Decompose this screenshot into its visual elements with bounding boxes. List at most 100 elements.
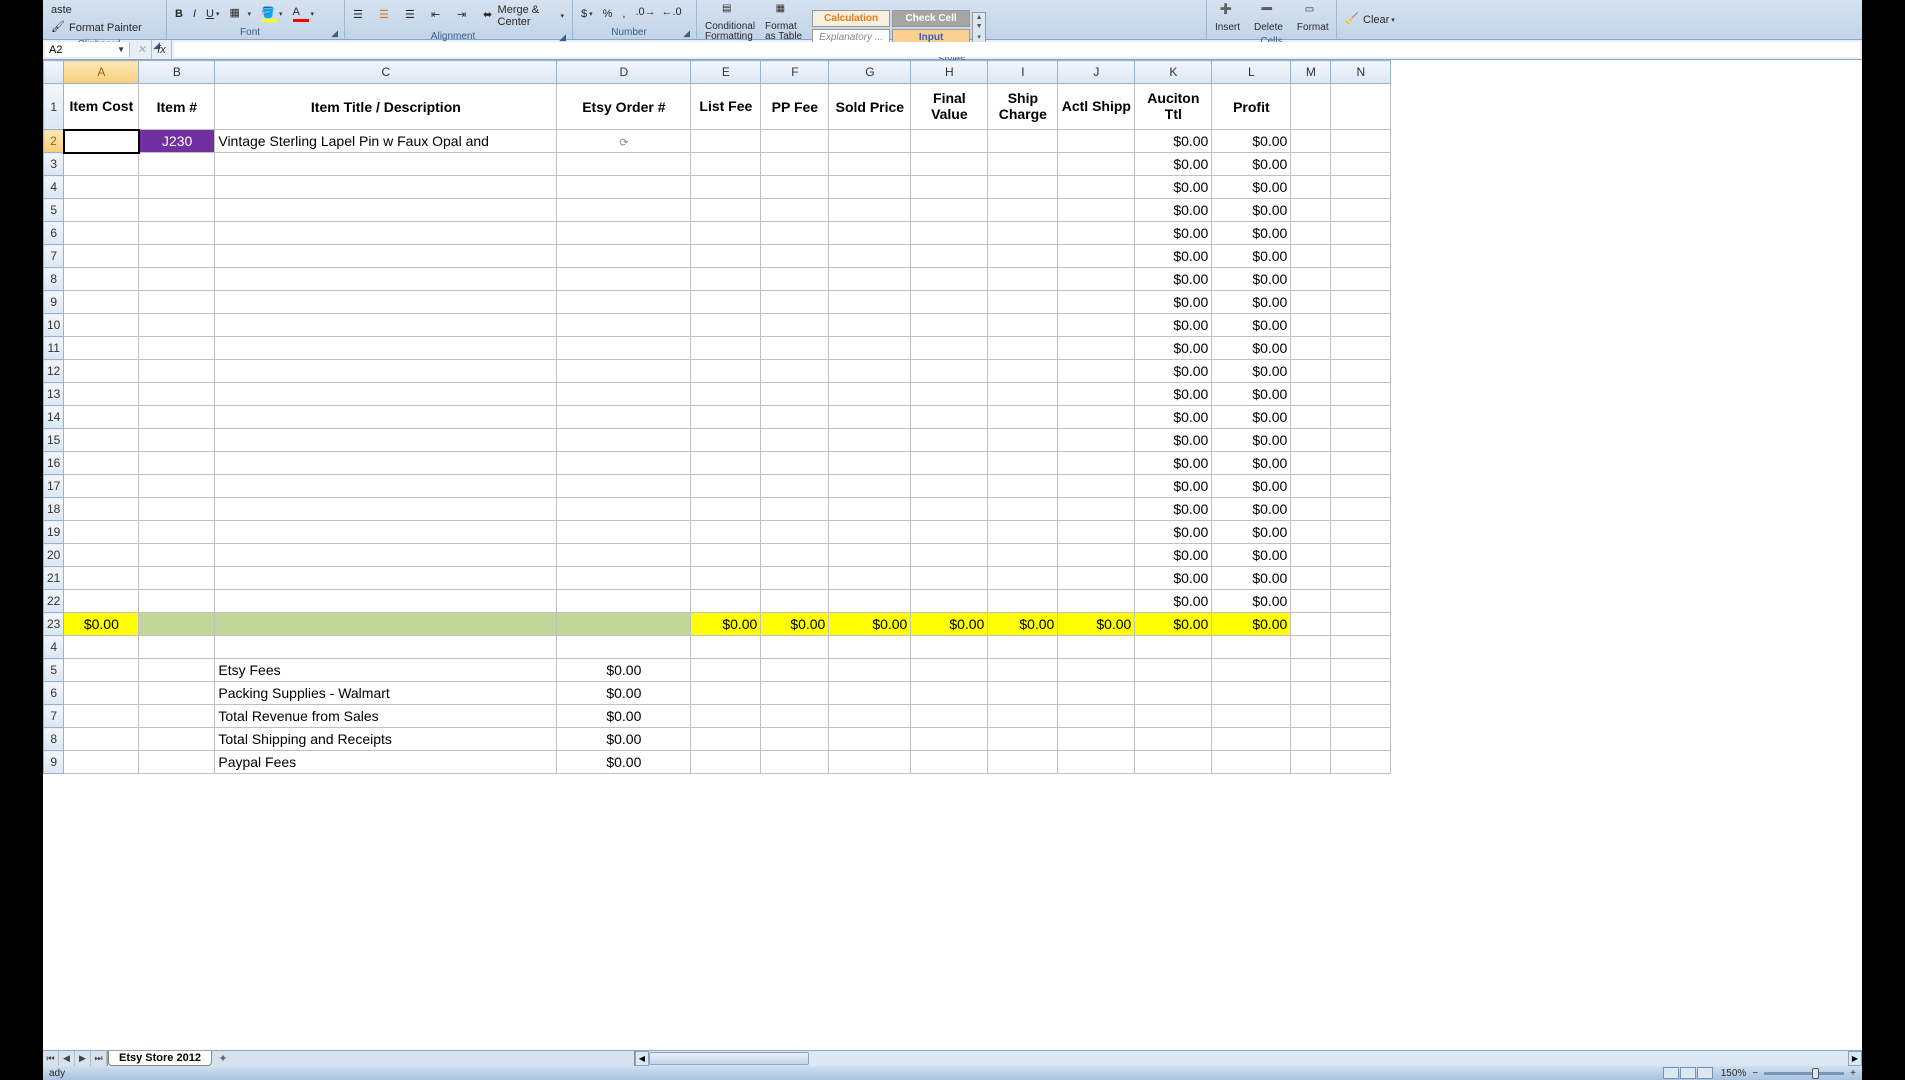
- cell-E11[interactable]: [691, 337, 761, 360]
- col-header-A[interactable]: A: [64, 61, 139, 84]
- cell-J18[interactable]: [1058, 498, 1135, 521]
- cell-N13[interactable]: [1331, 383, 1391, 406]
- cell-H26[interactable]: [911, 682, 988, 705]
- cell-M19[interactable]: [1291, 521, 1331, 544]
- cell-B10[interactable]: [139, 314, 215, 337]
- cell-M26[interactable]: [1291, 682, 1331, 705]
- cell-K27[interactable]: [1135, 705, 1212, 728]
- cell-I23[interactable]: $0.00: [988, 613, 1058, 636]
- hscroll-left[interactable]: ◀: [635, 1051, 649, 1066]
- cell-A23[interactable]: $0.00: [64, 613, 139, 636]
- cell-F20[interactable]: [761, 544, 829, 567]
- cell-E5[interactable]: [691, 199, 761, 222]
- cell-B18[interactable]: [139, 498, 215, 521]
- cell-F13[interactable]: [761, 383, 829, 406]
- row-header-23[interactable]: 23: [44, 613, 64, 636]
- header-cell-L[interactable]: Profit: [1212, 84, 1291, 130]
- cell-L29[interactable]: [1212, 751, 1291, 774]
- delete-cells-button[interactable]: ➖Delete: [1250, 2, 1287, 35]
- cell-N29[interactable]: [1331, 751, 1391, 774]
- cell-F18[interactable]: [761, 498, 829, 521]
- cell-B17[interactable]: [139, 475, 215, 498]
- cell-H6[interactable]: [911, 222, 988, 245]
- cell-K17[interactable]: $0.00: [1135, 475, 1212, 498]
- cell-F8[interactable]: [761, 268, 829, 291]
- cell-D28[interactable]: $0.00: [557, 728, 691, 751]
- hscroll-right[interactable]: ▶: [1848, 1051, 1862, 1066]
- cell-D23[interactable]: [557, 613, 691, 636]
- row-header-11[interactable]: 11: [44, 337, 64, 360]
- cell-K5[interactable]: $0.00: [1135, 199, 1212, 222]
- cell-I6[interactable]: [988, 222, 1058, 245]
- col-header-E[interactable]: E: [691, 61, 761, 84]
- zoom-out-button[interactable]: −: [1752, 1068, 1758, 1079]
- cell-B16[interactable]: [139, 452, 215, 475]
- cell-L11[interactable]: $0.00: [1212, 337, 1291, 360]
- underline-button[interactable]: U▾: [202, 6, 223, 22]
- cell-K15[interactable]: $0.00: [1135, 429, 1212, 452]
- cell-M6[interactable]: [1291, 222, 1331, 245]
- cell-M18[interactable]: [1291, 498, 1331, 521]
- cell-A3[interactable]: [64, 153, 139, 176]
- cell-H10[interactable]: [911, 314, 988, 337]
- cell-E13[interactable]: [691, 383, 761, 406]
- cell-J11[interactable]: [1058, 337, 1135, 360]
- cell-C26[interactable]: Packing Supplies - Walmart: [215, 682, 557, 705]
- cell-B27[interactable]: [139, 705, 215, 728]
- row-header-24[interactable]: 4: [44, 636, 64, 659]
- align-left-button[interactable]: ☰: [349, 6, 373, 26]
- cell-F10[interactable]: [761, 314, 829, 337]
- cell-M7[interactable]: [1291, 245, 1331, 268]
- merge-center-button[interactable]: ⬌Merge & Center▾: [479, 2, 568, 30]
- cell-E17[interactable]: [691, 475, 761, 498]
- cell-G13[interactable]: [829, 383, 911, 406]
- cell-D26[interactable]: $0.00: [557, 682, 691, 705]
- format-painter-button[interactable]: 🖌Format Painter: [47, 18, 146, 38]
- cell-F24[interactable]: [761, 636, 829, 659]
- cell-H23[interactable]: $0.00: [911, 613, 988, 636]
- cell-F9[interactable]: [761, 291, 829, 314]
- col-header-I[interactable]: I: [988, 61, 1058, 84]
- header-cell-M[interactable]: [1291, 84, 1331, 130]
- cell-B21[interactable]: [139, 567, 215, 590]
- cell-N6[interactable]: [1331, 222, 1391, 245]
- cell-H12[interactable]: [911, 360, 988, 383]
- align-right-button[interactable]: ☰: [401, 6, 425, 26]
- cell-A25[interactable]: [64, 659, 139, 682]
- cell-E15[interactable]: [691, 429, 761, 452]
- sheet-nav-last[interactable]: ⏭: [91, 1051, 107, 1066]
- cell-A16[interactable]: [64, 452, 139, 475]
- cell-J12[interactable]: [1058, 360, 1135, 383]
- header-cell-D[interactable]: Etsy Order #: [557, 84, 691, 130]
- select-all-corner[interactable]: [44, 61, 64, 84]
- cell-C20[interactable]: [215, 544, 557, 567]
- cell-I22[interactable]: [988, 590, 1058, 613]
- cell-G24[interactable]: [829, 636, 911, 659]
- cell-D21[interactable]: [557, 567, 691, 590]
- cell-C10[interactable]: [215, 314, 557, 337]
- cell-F7[interactable]: [761, 245, 829, 268]
- cell-L28[interactable]: [1212, 728, 1291, 751]
- row-header-3[interactable]: 3: [44, 153, 64, 176]
- cell-L6[interactable]: $0.00: [1212, 222, 1291, 245]
- cell-A8[interactable]: [64, 268, 139, 291]
- cell-I25[interactable]: [988, 659, 1058, 682]
- cell-J3[interactable]: [1058, 153, 1135, 176]
- cell-C4[interactable]: [215, 176, 557, 199]
- cell-D13[interactable]: [557, 383, 691, 406]
- cell-M29[interactable]: [1291, 751, 1331, 774]
- cell-K24[interactable]: [1135, 636, 1212, 659]
- cell-F29[interactable]: [761, 751, 829, 774]
- cell-G17[interactable]: [829, 475, 911, 498]
- cell-I7[interactable]: [988, 245, 1058, 268]
- cell-D18[interactable]: [557, 498, 691, 521]
- view-layout-button[interactable]: [1680, 1067, 1696, 1079]
- cell-E22[interactable]: [691, 590, 761, 613]
- indent-decrease-button[interactable]: ⇤: [427, 6, 451, 26]
- cell-K12[interactable]: $0.00: [1135, 360, 1212, 383]
- cell-G3[interactable]: [829, 153, 911, 176]
- cell-I17[interactable]: [988, 475, 1058, 498]
- cell-I26[interactable]: [988, 682, 1058, 705]
- cell-I28[interactable]: [988, 728, 1058, 751]
- cell-I3[interactable]: [988, 153, 1058, 176]
